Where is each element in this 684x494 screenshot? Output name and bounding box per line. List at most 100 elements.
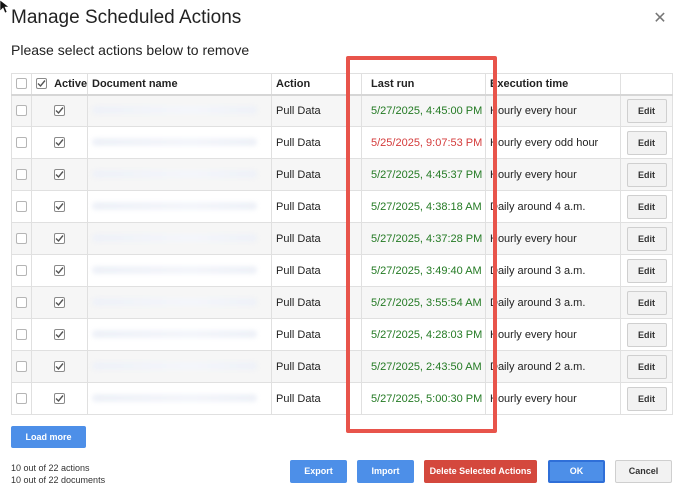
edit-button[interactable]: Edit (626, 98, 667, 123)
active-checkbox-icon[interactable] (54, 265, 65, 277)
row-edit-cell: Edit (620, 382, 673, 415)
close-icon[interactable]: ✕ (652, 11, 668, 27)
delete-selected-actions-button[interactable]: Delete Selected Actions (424, 460, 537, 483)
row-last-run: 5/27/2025, 4:45:37 PM (361, 158, 486, 191)
row-select-cell (11, 254, 32, 287)
active-all-checkbox-icon[interactable] (36, 78, 47, 90)
row-action: Pull Data (271, 254, 362, 287)
redacted-document-name (92, 138, 257, 146)
row-select-checkbox[interactable] (16, 361, 27, 373)
row-select-cell (11, 94, 32, 127)
row-document-name-cell (87, 190, 272, 223)
edit-button[interactable]: Edit (626, 258, 667, 283)
active-checkbox-icon[interactable] (54, 233, 65, 245)
row-select-checkbox[interactable] (16, 265, 27, 277)
header-select-checkbox-cell (11, 73, 32, 96)
row-edit-cell: Edit (620, 158, 673, 191)
active-checkbox-icon[interactable] (54, 393, 65, 405)
scheduled-actions-table: Active Document name Action Last run Exe… (11, 73, 673, 415)
row-action: Pull Data (271, 382, 362, 415)
active-checkbox-icon[interactable] (54, 169, 65, 181)
row-active-cell (31, 158, 88, 191)
row-edit-cell: Edit (620, 190, 673, 223)
table-row: Pull Data 5/27/2025, 2:43:50 AM Daily arou… (11, 350, 673, 383)
redacted-document-name (92, 330, 257, 338)
table-row: Pull Data 5/27/2025, 3:55:54 AM Daily arou… (11, 286, 673, 319)
header-action: Action (271, 73, 362, 96)
load-more-button[interactable]: Load more (11, 426, 86, 448)
active-checkbox-icon[interactable] (54, 297, 65, 309)
import-button[interactable]: Import (357, 460, 414, 483)
row-execution-time: Hourly every hour (485, 318, 621, 351)
redacted-document-name (92, 234, 257, 242)
header-execution-time: Execution time (485, 73, 621, 96)
edit-button[interactable]: Edit (626, 290, 667, 315)
row-select-checkbox[interactable] (16, 169, 27, 181)
row-action: Pull Data (271, 222, 362, 255)
ok-button[interactable]: OK (548, 460, 605, 483)
row-document-name-cell (87, 94, 272, 127)
row-select-checkbox[interactable] (16, 393, 27, 405)
row-action: Pull Data (271, 158, 362, 191)
row-active-cell (31, 382, 88, 415)
edit-button[interactable]: Edit (626, 162, 667, 187)
edit-button[interactable]: Edit (626, 354, 667, 379)
row-select-checkbox[interactable] (16, 329, 27, 341)
row-edit-cell: Edit (620, 222, 673, 255)
active-checkbox-icon[interactable] (54, 201, 65, 213)
dialog-title: Manage Scheduled Actions (11, 7, 242, 28)
edit-button[interactable]: Edit (626, 322, 667, 347)
edit-button[interactable]: Edit (626, 194, 667, 219)
row-select-checkbox[interactable] (16, 137, 27, 149)
row-action: Pull Data (271, 318, 362, 351)
cancel-button[interactable]: Cancel (615, 460, 672, 483)
row-select-cell (11, 350, 32, 383)
documents-count: 10 out of 22 documents (11, 475, 106, 485)
header-edit (620, 73, 673, 96)
row-last-run: 5/27/2025, 5:00:30 PM (361, 382, 486, 415)
row-select-checkbox[interactable] (16, 105, 27, 117)
select-all-checkbox[interactable] (16, 78, 27, 90)
active-checkbox-icon[interactable] (54, 137, 65, 149)
row-edit-cell: Edit (620, 350, 673, 383)
edit-button[interactable]: Edit (626, 386, 667, 411)
row-active-cell (31, 286, 88, 319)
row-execution-time: Daily around 3 a.m. (485, 286, 621, 319)
row-document-name-cell (87, 158, 272, 191)
active-checkbox-icon[interactable] (54, 361, 65, 373)
mouse-cursor-icon (0, 0, 10, 14)
row-select-cell (11, 126, 32, 159)
row-document-name-cell (87, 254, 272, 287)
table-row: Pull Data 5/27/2025, 4:37:28 PM Hourly eve… (11, 222, 673, 255)
table-row: Pull Data 5/27/2025, 4:38:18 AM Daily arou… (11, 190, 673, 223)
row-execution-time: Hourly every hour (485, 158, 621, 191)
table-row: Pull Data 5/27/2025, 4:45:37 PM Hourly eve… (11, 158, 673, 191)
active-checkbox-icon[interactable] (54, 105, 65, 117)
row-select-cell (11, 222, 32, 255)
edit-button[interactable]: Edit (626, 226, 667, 251)
row-last-run: 5/27/2025, 4:38:18 AM (361, 190, 486, 223)
row-last-run: 5/27/2025, 3:49:40 AM (361, 254, 486, 287)
row-edit-cell: Edit (620, 94, 673, 127)
redacted-document-name (92, 362, 257, 370)
edit-button[interactable]: Edit (626, 130, 667, 155)
active-checkbox-icon[interactable] (54, 329, 65, 341)
row-document-name-cell (87, 222, 272, 255)
header-active-label: Active (54, 77, 88, 90)
row-select-cell (11, 382, 32, 415)
row-select-checkbox[interactable] (16, 233, 27, 245)
row-last-run: 5/27/2025, 4:37:28 PM (361, 222, 486, 255)
row-select-checkbox[interactable] (16, 201, 27, 213)
header-document-name: Document name (87, 73, 272, 96)
row-select-cell (11, 286, 32, 319)
row-last-run: 5/25/2025, 9:07:53 PM (361, 126, 486, 159)
row-active-cell (31, 350, 88, 383)
redacted-document-name (92, 202, 257, 210)
row-execution-time: Daily around 4 a.m. (485, 190, 621, 223)
export-button[interactable]: Export (290, 460, 347, 483)
row-select-checkbox[interactable] (16, 297, 27, 309)
row-active-cell (31, 190, 88, 223)
table-header-row: Active Document name Action Last run Exe… (11, 73, 673, 96)
row-select-cell (11, 190, 32, 223)
redacted-document-name (92, 298, 257, 306)
